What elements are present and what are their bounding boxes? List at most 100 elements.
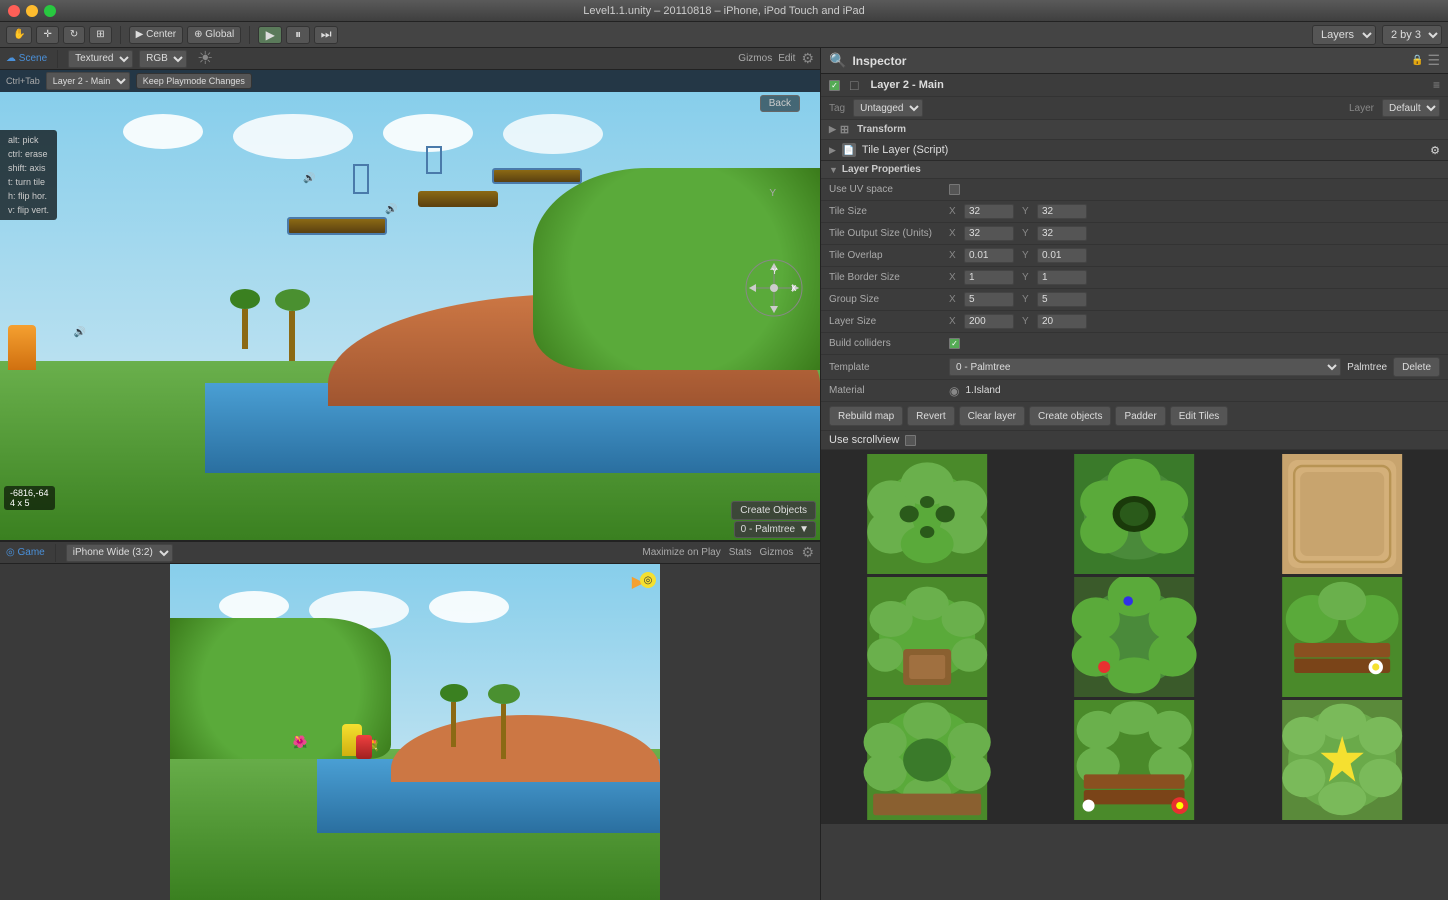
script-component-header[interactable]: ▶ 📄 Tile Layer (Script) ⚙ [821, 140, 1448, 161]
hand-tool-button[interactable]: ✋ [6, 26, 32, 44]
tag-label: Tag [829, 103, 845, 114]
step-button[interactable]: ⏭ [314, 26, 338, 44]
layer-size-x-input[interactable] [964, 314, 1014, 329]
group-size-y-input[interactable] [1037, 292, 1087, 307]
transform-header[interactable]: ▶ ⊞ Transform [821, 120, 1448, 140]
tile-8[interactable] [1240, 700, 1444, 820]
use-uv-checkbox[interactable] [949, 184, 960, 195]
titlebar: Level1.1.unity – 20110818 – iPhone, iPod… [0, 0, 1448, 22]
tile-output-x-field: X [949, 226, 1014, 241]
tile-border-x-input[interactable] [964, 270, 1014, 285]
game-scene: 🌺 💐 ▶ ◎ [170, 564, 660, 900]
tile-size-y-input[interactable] [1037, 204, 1087, 219]
create-objects-overlay-button[interactable]: Create Objects [731, 501, 816, 520]
tile-output-y-input[interactable] [1037, 226, 1087, 241]
ctrl-erase-tool[interactable]: ctrl: erase [4, 148, 53, 160]
delete-template-button[interactable]: Delete [1393, 357, 1440, 377]
rebuild-map-button[interactable]: Rebuild map [829, 406, 903, 426]
v-flip-vert-tool[interactable]: v: flip vert. [4, 204, 53, 216]
game-tab[interactable]: ◎ Game [6, 547, 45, 558]
layer-active-checkbox[interactable] [829, 80, 840, 91]
tile-size-x-field: X [949, 204, 1014, 219]
tag-select[interactable]: Untagged [853, 99, 923, 117]
palmtree-dropdown[interactable]: 0 - Palmtree ▼ [734, 521, 816, 538]
tile-overlap-x-input[interactable] [964, 248, 1014, 263]
pause-button[interactable]: ⏸ [286, 26, 310, 44]
rgb-select[interactable]: RGB [139, 50, 187, 68]
clear-layer-button[interactable]: Clear layer [959, 406, 1025, 426]
tile-4[interactable] [1032, 577, 1236, 697]
play-button[interactable]: ▶ [258, 26, 282, 44]
maximize-on-play[interactable]: Maximize on Play [642, 547, 720, 558]
create-objects-button[interactable]: Create objects [1029, 406, 1111, 426]
edit-tiles-button[interactable]: Edit Tiles [1170, 406, 1229, 426]
tile-output-y-field: Y [1022, 226, 1087, 241]
game-settings-icon[interactable]: ⚙ [801, 544, 814, 561]
game-toolbar: ◎ Game iPhone Wide (3:2) Maximize on Pla… [0, 542, 820, 564]
tile-3[interactable] [825, 577, 1029, 697]
t-turn-tile-tool[interactable]: t: turn tile [4, 176, 53, 188]
inspector-menu-icon[interactable]: ☰ [1427, 52, 1440, 69]
stats-button[interactable]: Stats [729, 547, 752, 558]
scene-light-icon[interactable]: ☀ [197, 48, 213, 69]
script-menu[interactable]: ⚙ [1430, 144, 1440, 157]
rotate-tool-button[interactable]: ↻ [63, 26, 85, 44]
tile-output-row: Tile Output Size (Units) X Y [821, 223, 1448, 245]
transform-label: Transform [857, 124, 906, 135]
shift-axis-tool[interactable]: shift: axis [4, 162, 53, 174]
group-size-x-input[interactable] [964, 292, 1014, 307]
scene-canvas[interactable]: Ctrl+Tab Layer 2 - Main Keep Playmode Ch… [0, 70, 820, 540]
tile-border-y-input[interactable] [1037, 270, 1087, 285]
resolution-select[interactable]: iPhone Wide (3:2) [66, 544, 173, 562]
global-button[interactable]: ⊕ Global [187, 26, 241, 44]
keep-playmode-button[interactable]: Keep Playmode Changes [136, 73, 252, 89]
tile-overlap-y-input[interactable] [1037, 248, 1087, 263]
revert-button[interactable]: Revert [907, 406, 954, 426]
tile-1[interactable] [1032, 454, 1236, 574]
build-colliders-checkbox[interactable] [949, 338, 960, 349]
material-value: 1.Island [965, 385, 1000, 396]
tile-palette[interactable] [821, 450, 1448, 824]
layers-dropdown[interactable]: Layers [1312, 25, 1376, 45]
tile-0[interactable] [825, 454, 1029, 574]
edit-label[interactable]: Edit [778, 53, 795, 64]
use-uv-row: Use UV space [821, 179, 1448, 201]
tile-overlap-y-field: Y [1022, 248, 1087, 263]
layer-default-select[interactable]: Default [1382, 99, 1440, 117]
speaker3: 🔊 [74, 327, 86, 338]
padder-button[interactable]: Padder [1115, 406, 1165, 426]
tile-6[interactable] [825, 700, 1029, 820]
scene-tab[interactable]: ☁ Scene [6, 53, 47, 64]
template-select[interactable]: 0 - Palmtree [949, 358, 1341, 376]
inspector-expand-icon[interactable]: ≡ [1433, 78, 1440, 92]
layout-dropdown[interactable]: 2 by 3 [1382, 25, 1442, 45]
inspector-lock-icon[interactable]: 🔒 [1411, 55, 1423, 66]
tile-output-xy: X Y [949, 226, 1440, 241]
game-gizmos-label[interactable]: Gizmos [760, 547, 794, 558]
tile-output-x-input[interactable] [964, 226, 1014, 241]
h-flip-hor-tool[interactable]: h: flip hor. [4, 190, 53, 202]
window-controls[interactable] [8, 5, 56, 17]
minimize-button[interactable] [26, 5, 38, 17]
maximize-button[interactable] [44, 5, 56, 17]
layer-props-collapse: ▼ [829, 165, 838, 175]
layer-size-y-input[interactable] [1037, 314, 1087, 329]
tile-5[interactable] [1240, 577, 1444, 697]
tile-2[interactable] [1240, 454, 1444, 574]
tile-7[interactable] [1032, 700, 1236, 820]
layer-properties-header[interactable]: ▼ Layer Properties [821, 161, 1448, 179]
scene-settings-icon[interactable]: ⚙ [801, 50, 814, 67]
layer-select-dropdown[interactable]: Layer 2 - Main [46, 72, 130, 90]
move-tool-button[interactable]: ✛ [36, 26, 58, 44]
scene-mode-select[interactable]: Textured [68, 50, 133, 68]
center-button[interactable]: ▶ Center [129, 26, 183, 44]
close-button[interactable] [8, 5, 20, 17]
scale-tool-button[interactable]: ⊞ [89, 26, 111, 44]
alt-pick-tool[interactable]: alt: pick [4, 134, 53, 146]
use-scrollview-checkbox[interactable] [905, 435, 916, 446]
platform2 [418, 191, 498, 207]
enemy-character [356, 735, 372, 759]
back-button[interactable]: Back [760, 95, 800, 112]
move-gizmo: Y X [744, 258, 804, 321]
tile-size-x-input[interactable] [964, 204, 1014, 219]
